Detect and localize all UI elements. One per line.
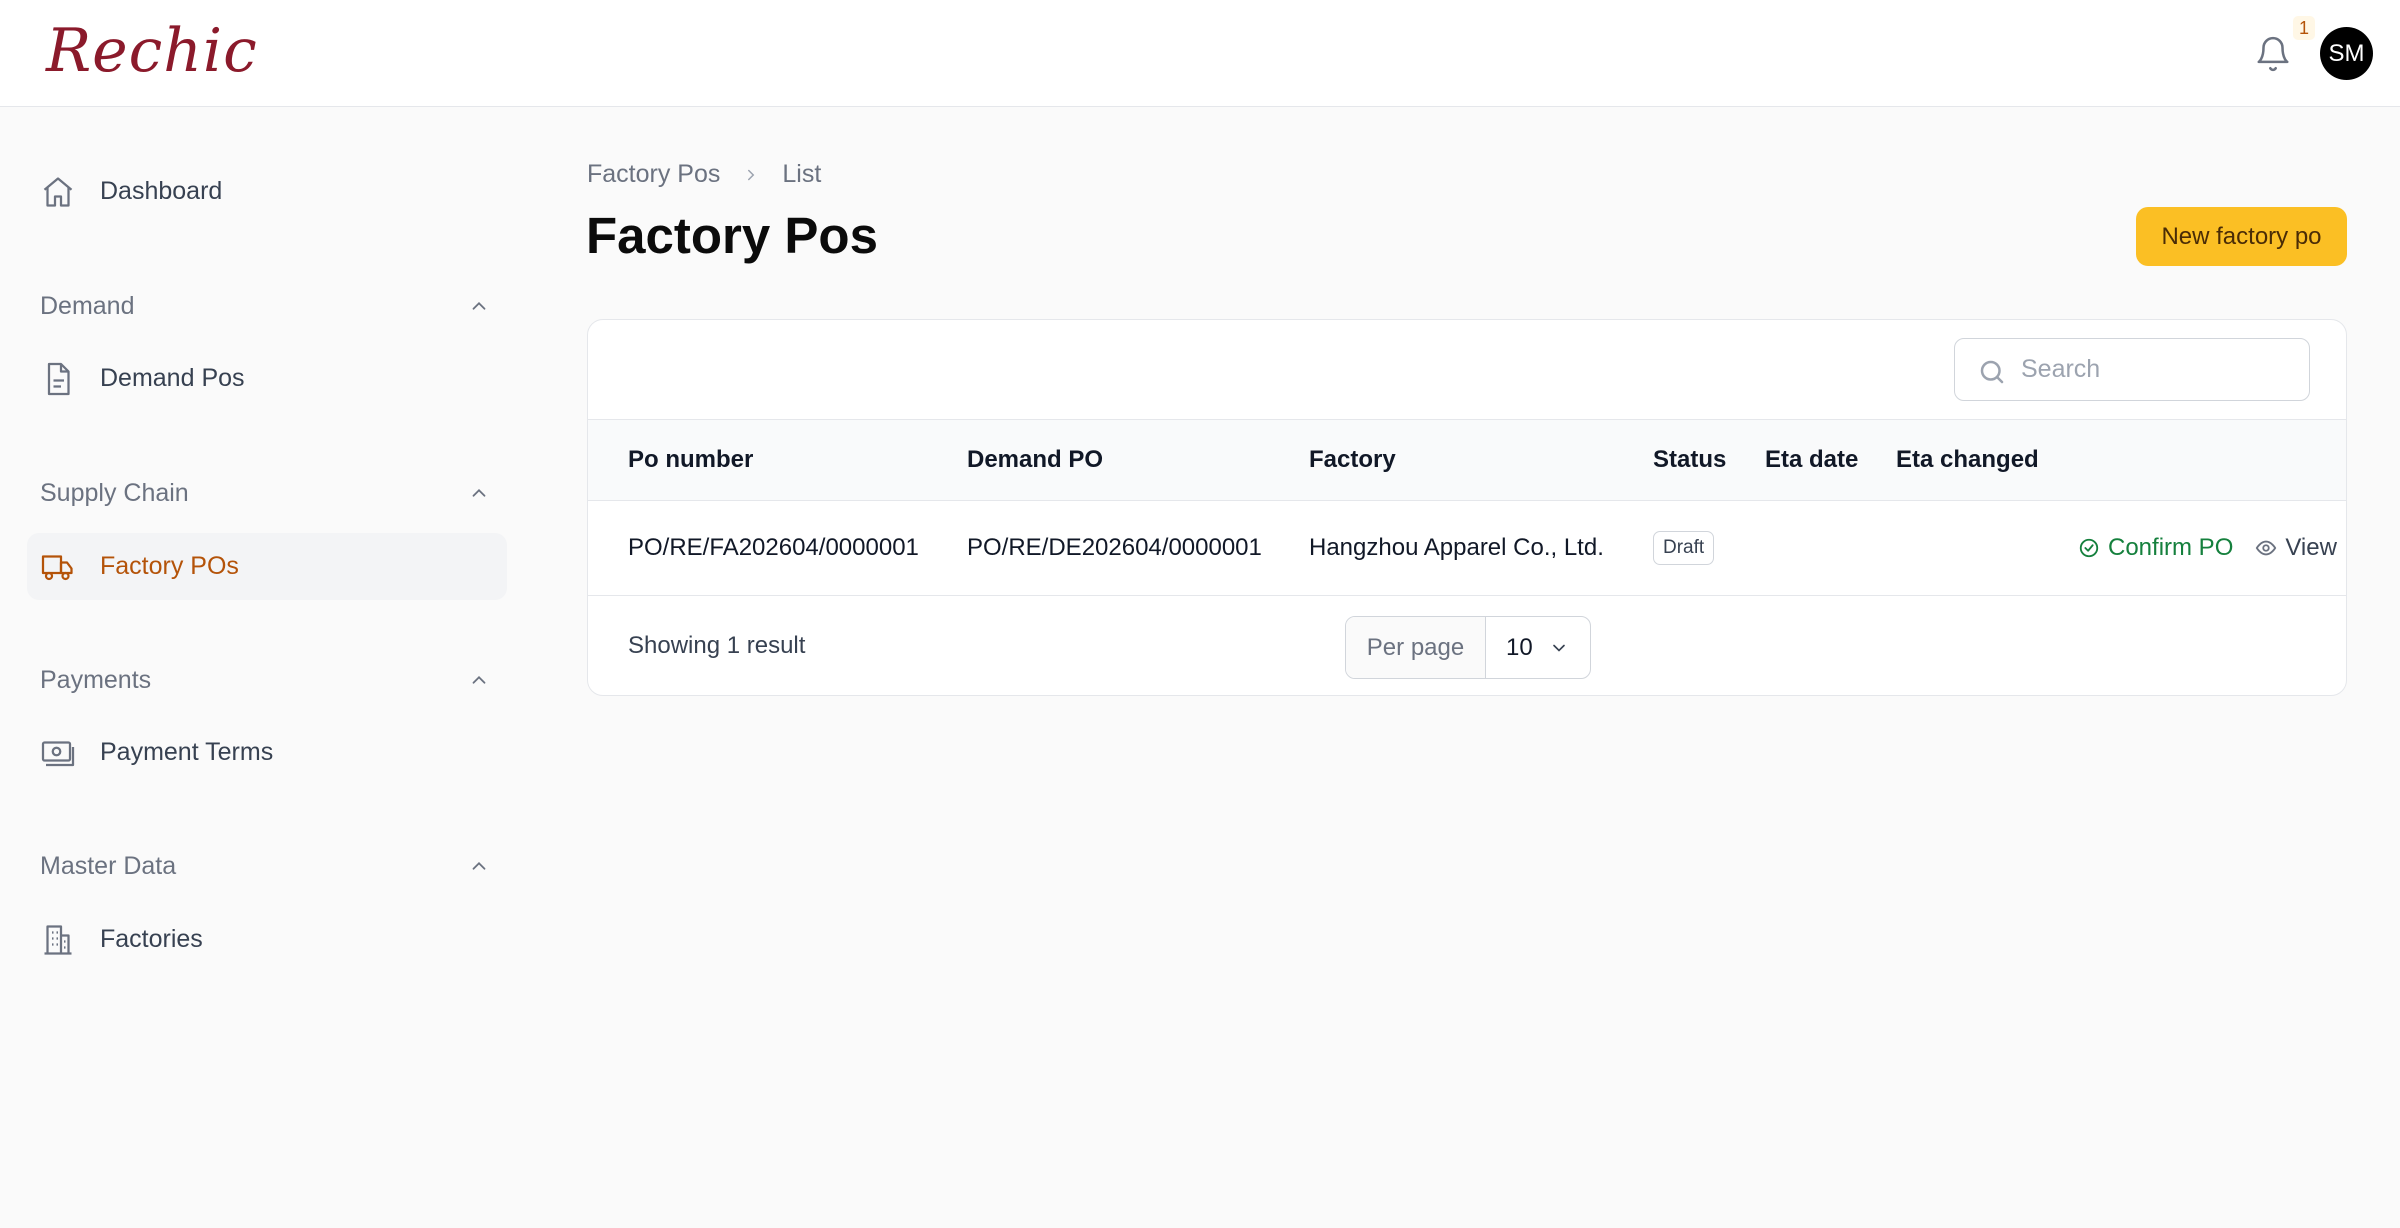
check-circle-icon bbox=[2079, 538, 2099, 558]
cell-factory: Hangzhou Apparel Co., Ltd. bbox=[1309, 534, 1604, 561]
cell-status: Draft bbox=[1653, 501, 1715, 595]
cell-po-number: PO/RE/FA202604/0000001 bbox=[628, 534, 919, 561]
confirm-po-label: Confirm PO bbox=[2108, 534, 2234, 561]
chevron-up-icon bbox=[472, 301, 486, 310]
chevron-up-icon bbox=[472, 861, 486, 870]
table-header: Po number Demand PO Factory Status Eta d… bbox=[588, 419, 2346, 501]
sidebar-item-dashboard[interactable]: Dashboard bbox=[27, 158, 507, 225]
per-page-value: 10 bbox=[1506, 633, 1533, 661]
column-header-status[interactable]: Status bbox=[1653, 420, 1726, 500]
truck-icon bbox=[41, 555, 73, 581]
brand-logo[interactable]: Rechic bbox=[46, 16, 258, 86]
avatar[interactable]: SM bbox=[2320, 27, 2373, 80]
sidebar: Dashboard Demand Demand Pos Supply Chain… bbox=[0, 108, 520, 1228]
group-payments[interactable]: Payments bbox=[40, 660, 490, 700]
search-box[interactable] bbox=[1954, 338, 2310, 401]
sidebar-item-label: Factories bbox=[100, 925, 203, 953]
group-label: Payments bbox=[40, 665, 152, 694]
sidebar-item-label: Demand Pos bbox=[100, 364, 245, 392]
bell-icon[interactable] bbox=[2254, 34, 2292, 74]
status-badge: Draft bbox=[1653, 531, 1715, 565]
sidebar-item-label: Factory POs bbox=[100, 552, 239, 580]
search-icon bbox=[1980, 360, 2004, 384]
group-label: Demand bbox=[40, 291, 135, 320]
chevron-right-icon bbox=[748, 169, 755, 180]
new-factory-po-button[interactable]: New factory po bbox=[2136, 207, 2347, 266]
page-title: Factory Pos bbox=[586, 207, 878, 264]
search-input[interactable] bbox=[2021, 339, 2301, 400]
table-card: Po number Demand PO Factory Status Eta d… bbox=[587, 319, 2347, 696]
confirm-po-button[interactable]: Confirm PO bbox=[2078, 534, 2233, 562]
breadcrumb-parent[interactable]: Factory Pos bbox=[587, 160, 720, 189]
home-icon bbox=[43, 177, 73, 207]
group-master-data[interactable]: Master Data bbox=[40, 846, 490, 886]
document-icon bbox=[47, 362, 70, 396]
per-page-label: Per page bbox=[1346, 617, 1486, 678]
table-row[interactable]: PO/RE/FA202604/0000001 PO/RE/DE202604/00… bbox=[588, 501, 2346, 596]
group-label: Master Data bbox=[40, 851, 177, 880]
group-supply-chain[interactable]: Supply Chain bbox=[40, 473, 490, 513]
column-header-factory[interactable]: Factory bbox=[1309, 420, 1396, 500]
group-label: Supply Chain bbox=[40, 478, 189, 507]
building-icon bbox=[44, 925, 72, 955]
sidebar-item-label: Dashboard bbox=[100, 177, 223, 205]
chevron-up-icon bbox=[472, 675, 486, 684]
sidebar-item-factories[interactable]: Factories bbox=[27, 906, 507, 973]
sidebar-item-payment-terms[interactable]: Payment Terms bbox=[27, 719, 507, 786]
results-summary: Showing 1 result bbox=[628, 632, 806, 659]
column-header-po-number[interactable]: Po number bbox=[628, 420, 753, 500]
per-page-control: Per page 10 bbox=[1345, 616, 1591, 679]
sidebar-item-label: Payment Terms bbox=[100, 738, 274, 766]
chevron-up-icon bbox=[472, 488, 486, 497]
view-label: View bbox=[2285, 534, 2337, 561]
breadcrumb-current: List bbox=[782, 160, 822, 188]
view-button[interactable]: View bbox=[2255, 534, 2337, 562]
breadcrumb: Factory Pos List bbox=[587, 160, 821, 189]
eye-icon bbox=[2256, 540, 2277, 556]
notification-badge: 1 bbox=[2293, 16, 2315, 40]
cell-demand-po: PO/RE/DE202604/0000001 bbox=[967, 534, 1262, 561]
group-demand[interactable]: Demand bbox=[40, 286, 490, 326]
sidebar-item-factory-pos[interactable]: Factory POs bbox=[27, 533, 507, 600]
table-footer: Showing 1 result Per page 10 bbox=[588, 596, 2346, 695]
column-header-eta-date[interactable]: Eta date bbox=[1765, 420, 1858, 500]
column-header-eta-changed[interactable]: Eta changed bbox=[1896, 420, 2039, 500]
chevron-down-icon bbox=[1552, 644, 1565, 652]
cell-actions: Confirm PO View bbox=[2078, 501, 2337, 595]
banknote-icon bbox=[41, 741, 75, 767]
sidebar-item-demand-pos[interactable]: Demand Pos bbox=[27, 345, 507, 412]
top-bar: Rechic 1 SM bbox=[0, 0, 2400, 107]
column-header-demand-po[interactable]: Demand PO bbox=[967, 420, 1103, 500]
per-page-select[interactable]: 10 bbox=[1486, 617, 1590, 678]
